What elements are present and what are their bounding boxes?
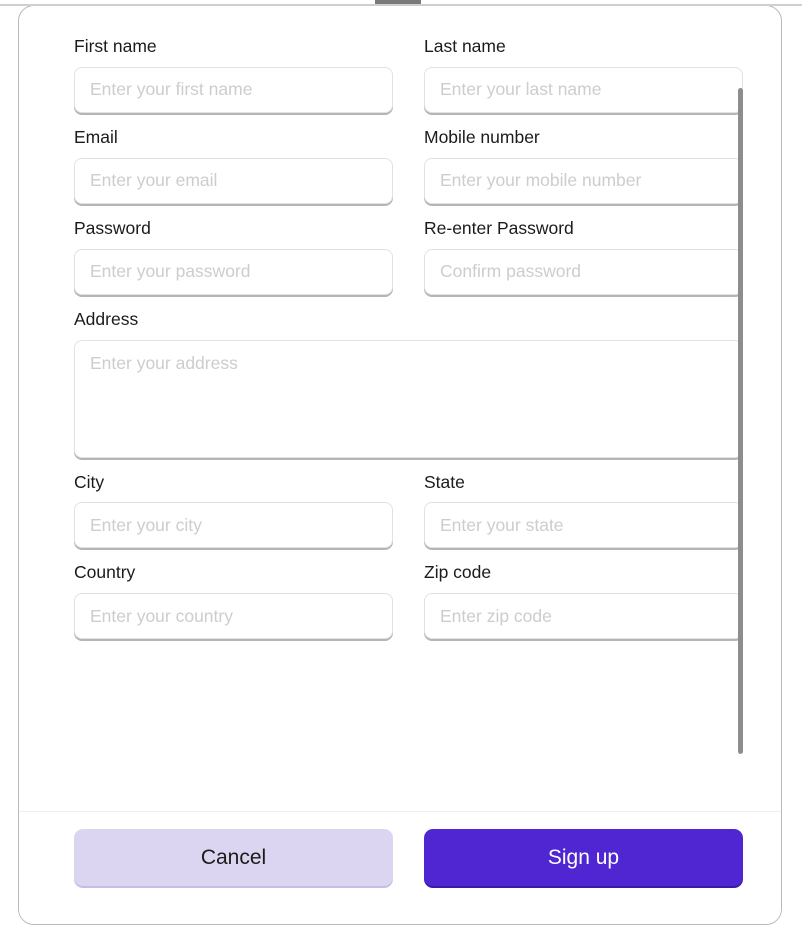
input-city[interactable] [74, 502, 393, 549]
signup-form: First name Last name Email Mobile number [19, 6, 781, 640]
sign-up-button[interactable]: Sign up [424, 828, 743, 886]
field-zip-code: Zip code [424, 562, 743, 640]
label-city: City [74, 471, 105, 492]
field-confirm-password: Re-enter Password [424, 218, 743, 295]
input-state[interactable] [424, 502, 743, 549]
input-email[interactable] [74, 157, 393, 204]
form-row: Country Zip code [74, 562, 743, 640]
top-divider [0, 4, 802, 6]
label-state: State [424, 471, 465, 492]
field-city: City [74, 472, 393, 549]
input-address[interactable] [74, 339, 743, 458]
field-address: Address [74, 309, 743, 458]
form-row: First name Last name [74, 36, 743, 113]
form-row: Password Re-enter Password [74, 218, 743, 295]
input-country[interactable] [74, 593, 393, 640]
input-zip-code[interactable] [424, 593, 743, 640]
field-password: Password [74, 218, 393, 295]
form-row: City State [74, 472, 743, 549]
signup-modal-card: First name Last name Email Mobile number [18, 5, 782, 925]
input-mobile-number[interactable] [424, 157, 743, 204]
modal-footer: Cancel Sign up [19, 811, 781, 924]
label-confirm-password: Re-enter Password [424, 217, 574, 238]
input-last-name[interactable] [424, 66, 743, 113]
cancel-button[interactable]: Cancel [74, 828, 393, 886]
label-country: Country [74, 562, 136, 583]
field-email: Email [74, 127, 393, 204]
field-state: State [424, 472, 743, 549]
form-scrollbar-thumb[interactable] [738, 88, 743, 754]
input-first-name[interactable] [74, 66, 393, 113]
label-address: Address [74, 308, 139, 329]
field-mobile-number: Mobile number [424, 127, 743, 204]
form-row: Address [74, 309, 743, 458]
field-last-name: Last name [424, 36, 743, 113]
input-confirm-password[interactable] [424, 248, 743, 295]
form-row: Email Mobile number [74, 127, 743, 204]
field-first-name: First name [74, 36, 393, 113]
field-country: Country [74, 562, 393, 640]
clipped-top-element [375, 0, 421, 4]
form-scrollbar[interactable] [738, 88, 744, 760]
label-last-name: Last name [424, 36, 506, 56]
label-zip-code: Zip code [424, 562, 492, 583]
form-scroll-area[interactable]: First name Last name Email Mobile number [19, 6, 781, 924]
label-mobile-number: Mobile number [424, 126, 540, 147]
label-first-name: First name [74, 36, 157, 56]
label-email: Email [74, 126, 118, 147]
label-password: Password [74, 217, 151, 238]
input-password[interactable] [74, 248, 393, 295]
